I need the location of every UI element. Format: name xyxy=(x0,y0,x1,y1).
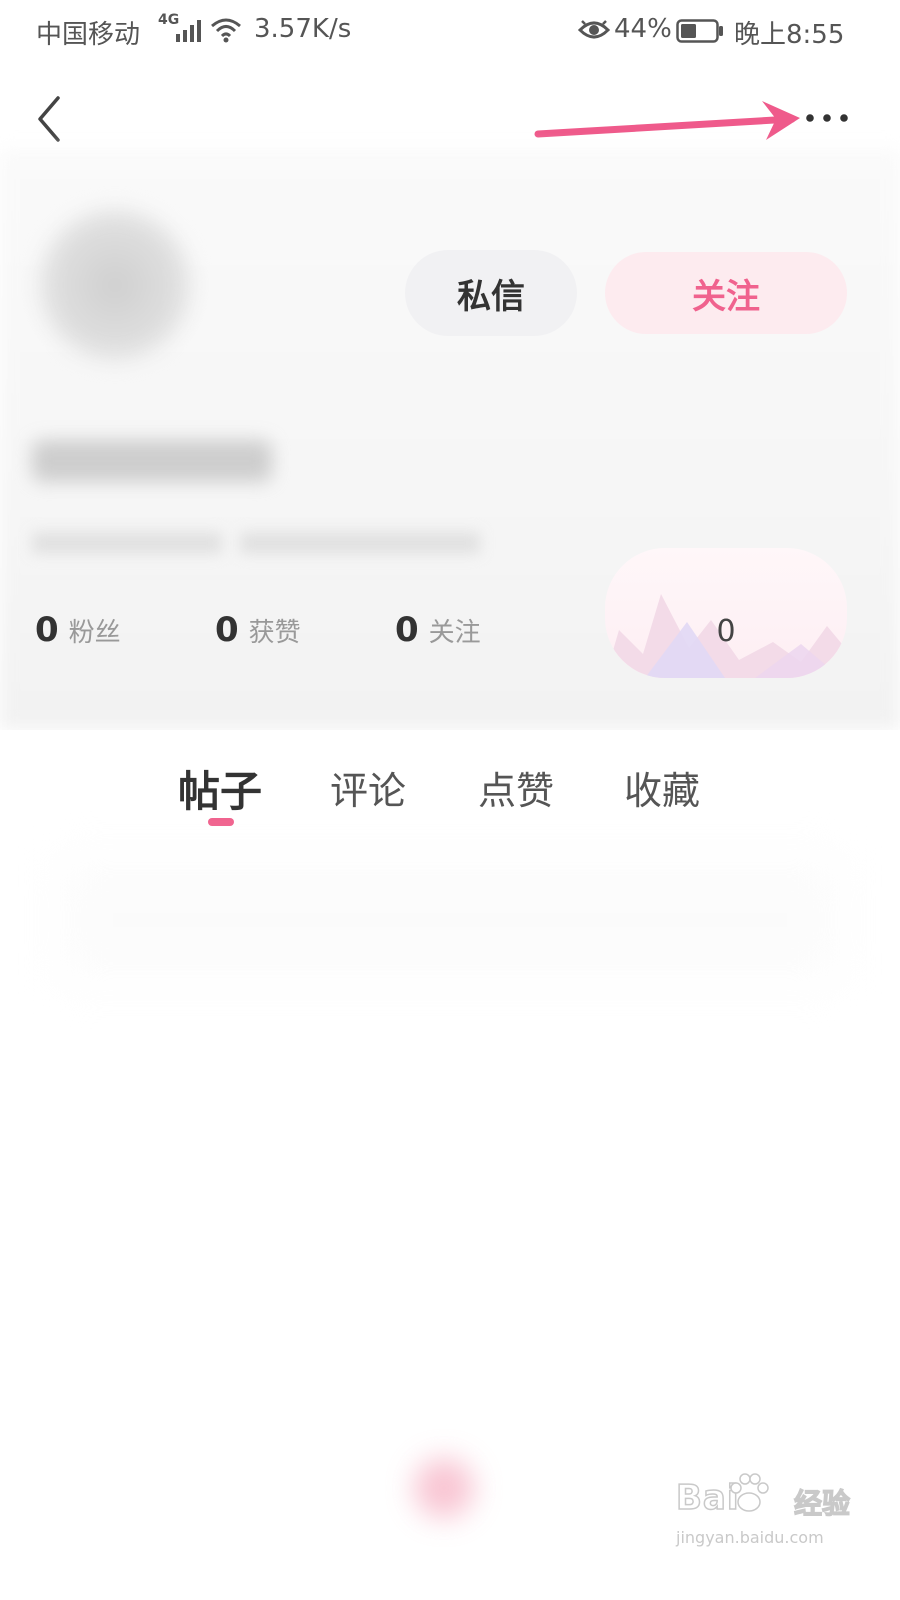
following-stat[interactable]: 0 关注 xyxy=(395,610,481,650)
annotation-arrow xyxy=(534,101,800,140)
battery-icon xyxy=(676,19,723,43)
more-horizontal-icon xyxy=(806,114,848,122)
message-button[interactable]: 私信 xyxy=(405,250,577,336)
back-button[interactable] xyxy=(28,92,72,146)
signal-icon xyxy=(176,20,201,42)
tab-comments[interactable]: 评论 xyxy=(330,760,406,815)
likes-count: 0 xyxy=(215,610,239,650)
level-card[interactable]: 0 xyxy=(605,548,847,678)
baidu-jingyan-watermark: Bai 经验 jingyan.baidu.com xyxy=(675,1470,856,1560)
tab-likes[interactable]: 点赞 xyxy=(478,760,554,815)
fans-label: 粉丝 xyxy=(68,618,121,648)
avatar[interactable] xyxy=(40,210,190,360)
tab-posts[interactable]: 帖子 xyxy=(178,758,262,819)
clock: 晚上8:55 xyxy=(734,20,845,50)
follow-button[interactable]: 关注 xyxy=(605,252,847,334)
likes-stat[interactable]: 0 获赞 xyxy=(215,610,301,650)
watermark-brand-cn: 经验 xyxy=(793,1486,851,1520)
mountain-decoration xyxy=(605,594,847,678)
empty-content-area xyxy=(60,860,840,980)
status-bar: 中国移动 4G 3.57K/s 44% 晚上8:55 xyxy=(0,0,900,66)
eye-comfort-icon xyxy=(578,20,610,39)
wifi-icon xyxy=(211,18,241,43)
user-bio-redacted xyxy=(240,532,480,554)
active-tab-indicator xyxy=(208,818,234,826)
more-button[interactable] xyxy=(800,100,856,136)
tab-favorites[interactable]: 收藏 xyxy=(624,760,700,815)
following-count: 0 xyxy=(395,610,419,650)
network-speed: 3.57K/s xyxy=(254,14,352,44)
battery-percent: 44% xyxy=(614,14,672,44)
fans-count: 0 xyxy=(35,610,59,650)
following-label: 关注 xyxy=(428,618,481,648)
carrier-name: 中国移动 xyxy=(36,20,141,50)
user-info-redacted xyxy=(32,532,222,554)
username-redacted xyxy=(32,440,272,482)
tab-bar: 帖子 评论 点赞 收藏 xyxy=(0,730,900,840)
paw-logo-icon xyxy=(730,1473,769,1512)
watermark-url: jingyan.baidu.com xyxy=(676,1528,824,1547)
fans-stat[interactable]: 0 粉丝 xyxy=(35,610,121,650)
level-value: 0 xyxy=(716,614,736,649)
likes-label: 获赞 xyxy=(248,618,301,648)
loading-indicator xyxy=(414,1458,474,1518)
chevron-left-icon xyxy=(38,96,60,142)
